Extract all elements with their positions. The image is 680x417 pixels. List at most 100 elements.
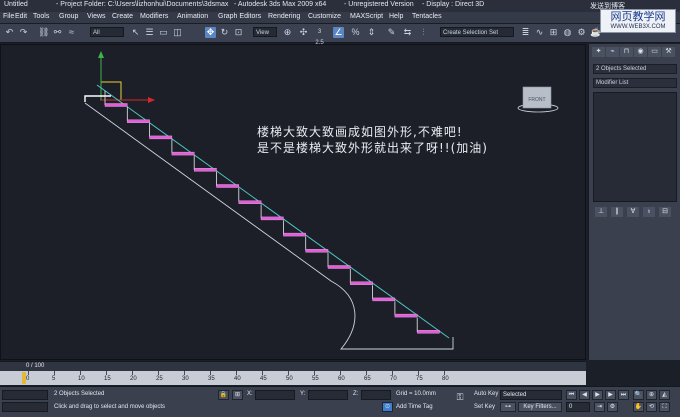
create-tab-icon[interactable]: ✦	[592, 47, 605, 57]
layer-manager-icon[interactable]: ≣	[520, 27, 531, 38]
stair-tread[interactable]	[260, 216, 284, 221]
stair-tread[interactable]	[394, 313, 418, 318]
stair-tread[interactable]	[327, 265, 351, 269]
remove-modifier-icon[interactable]: ♁	[643, 207, 655, 217]
stair-top-landing[interactable]	[84, 95, 111, 102]
rect-selection-icon[interactable]: ▭	[158, 27, 169, 38]
menu-create[interactable]: Create	[112, 13, 133, 20]
pivot-center-icon[interactable]: ⊕	[282, 27, 293, 38]
zoom-icon[interactable]: 🔍	[633, 390, 644, 400]
key-filters-button[interactable]: Key Filters...	[518, 402, 562, 412]
motion-tab-icon[interactable]: ◉	[634, 47, 647, 57]
angle-snap-icon[interactable]: ∠	[333, 27, 344, 38]
stair-tread[interactable]	[417, 330, 440, 334]
zoom-all-icon[interactable]: ⊕	[646, 390, 657, 400]
pin-stack-icon[interactable]: ⊥	[595, 207, 607, 217]
menu-graph-editors[interactable]: Graph Editors	[218, 13, 261, 20]
menu-file[interactable]: File	[3, 13, 14, 20]
schematic-view-icon[interactable]: ⊞	[548, 27, 559, 38]
menu-group[interactable]: Group	[59, 13, 78, 20]
edit-named-selection-icon[interactable]: ✎	[386, 27, 397, 38]
stair-tread[interactable]	[216, 184, 239, 188]
track-bar[interactable]: 0 5 10 15 20 25 30 35 40 45 50 55 60 65 70 75 80	[0, 371, 586, 385]
select-scale-icon[interactable]: ⊡	[233, 27, 244, 38]
select-rotate-icon[interactable]: ↻	[219, 27, 230, 38]
lock-selection-icon[interactable]: 🔒	[218, 390, 229, 400]
configure-sets-icon[interactable]: ⊟	[659, 207, 671, 217]
orbit-icon[interactable]: ⟲	[646, 402, 657, 412]
render-setup-icon[interactable]: ⚙	[576, 27, 587, 38]
display-tab-icon[interactable]: ▭	[648, 47, 661, 57]
modify-tab-icon[interactable]: ⌁	[606, 47, 619, 57]
play-icon[interactable]: ▶	[592, 390, 603, 400]
material-editor-icon[interactable]: ◍	[562, 27, 573, 38]
time-config-icon[interactable]: ⚙	[607, 402, 618, 412]
spinner-snap-icon[interactable]: ⇕	[366, 27, 377, 38]
menu-maxscript[interactable]: MAXScript	[350, 13, 383, 20]
reference-coord-dropdown[interactable]: View	[253, 27, 277, 37]
add-time-tag[interactable]: Add Time Tag	[396, 404, 433, 410]
hierarchy-tab-icon[interactable]: ⊓	[620, 47, 633, 57]
key-icon[interactable]: ⚿	[452, 393, 468, 407]
key-mode-dropdown[interactable]: Selected	[500, 390, 562, 400]
link-icon[interactable]: ⛓	[38, 27, 49, 38]
curve-editor-icon[interactable]: ∿	[534, 27, 545, 38]
utilities-tab-icon[interactable]: ⚒	[662, 47, 675, 57]
stair-tread[interactable]	[283, 232, 306, 237]
stair-tread[interactable]	[171, 151, 195, 156]
prev-frame-icon[interactable]: ◀	[579, 390, 590, 400]
stair-tread[interactable]	[238, 200, 262, 204]
x-coordinate[interactable]	[255, 390, 295, 400]
menu-rendering[interactable]: Rendering	[268, 13, 300, 20]
undo-icon[interactable]: ↶	[4, 27, 15, 38]
current-frame-field[interactable]: 0	[566, 402, 590, 412]
z-coordinate[interactable]	[361, 390, 391, 400]
stair-tread[interactable]	[350, 281, 373, 285]
menu-tools[interactable]: Tools	[33, 13, 49, 20]
viewcube[interactable]: FRONT	[517, 86, 559, 113]
transform-gizmo[interactable]	[98, 51, 155, 103]
selection-filter-dropdown[interactable]: All	[90, 27, 124, 37]
key-mode-toggle-icon[interactable]: ⇥	[594, 402, 605, 412]
unlink-icon[interactable]: ⚯	[52, 27, 63, 38]
stair-tread[interactable]	[305, 249, 329, 253]
percent-snap-icon[interactable]: %	[350, 27, 361, 38]
stair-tread[interactable]	[104, 103, 128, 107]
mirror-icon[interactable]: ⇆	[402, 27, 413, 38]
make-unique-icon[interactable]: ∀	[627, 207, 639, 217]
select-object-icon[interactable]: ↖	[130, 27, 141, 38]
named-selection-dropdown[interactable]: Create Selection Set	[440, 27, 514, 37]
window-crossing-icon[interactable]: ◫	[172, 27, 183, 38]
set-key-icon[interactable]: ⊶	[500, 402, 516, 412]
menu-help[interactable]: Help	[389, 13, 403, 20]
modifier-list-dropdown[interactable]: Modifier List	[593, 78, 677, 88]
perspective-viewport[interactable]: FRONT 楼梯大致大致画成如图外形,不难吧! 是不是楼梯大致外形就出来了呀!!…	[0, 44, 586, 360]
time-slider[interactable]: 0 / 100	[0, 361, 586, 371]
goto-start-icon[interactable]: ⏮	[566, 390, 577, 400]
select-move-icon[interactable]: ✥	[205, 27, 216, 38]
show-end-result-icon[interactable]: ∥	[611, 207, 623, 217]
select-by-name-icon[interactable]: ☰	[144, 27, 155, 38]
next-frame-icon[interactable]: ▶	[605, 390, 616, 400]
menu-customize[interactable]: Customize	[308, 13, 341, 20]
goto-end-icon[interactable]: ⏭	[618, 390, 629, 400]
menu-edit[interactable]: Edit	[15, 13, 27, 20]
stair-tread[interactable]	[372, 297, 396, 302]
set-key-button[interactable]: Set Key	[474, 404, 495, 410]
auto-key-button[interactable]: Auto Key	[474, 391, 498, 397]
pan-icon[interactable]: ✋	[633, 402, 644, 412]
absolute-mode-icon[interactable]: ⊞	[232, 390, 243, 400]
maxscript-listener[interactable]	[2, 390, 48, 400]
stair-tread[interactable]	[127, 119, 150, 123]
time-tag-icon[interactable]: ⊙	[382, 402, 393, 412]
y-coordinate[interactable]	[308, 390, 348, 400]
object-name-field[interactable]: 2 Objects Selected	[593, 64, 677, 74]
viewport-canvas[interactable]: FRONT	[1, 45, 587, 361]
menu-views[interactable]: Views	[87, 13, 106, 20]
stair-tread[interactable]	[193, 168, 217, 172]
menu-modifiers[interactable]: Modifiers	[140, 13, 168, 20]
align-icon[interactable]: ⫶	[418, 27, 429, 38]
menu-tentacles[interactable]: Tentacles	[412, 13, 442, 20]
manipulate-icon[interactable]: ✣	[298, 27, 309, 38]
bind-space-warp-icon[interactable]: ≈	[66, 27, 77, 38]
